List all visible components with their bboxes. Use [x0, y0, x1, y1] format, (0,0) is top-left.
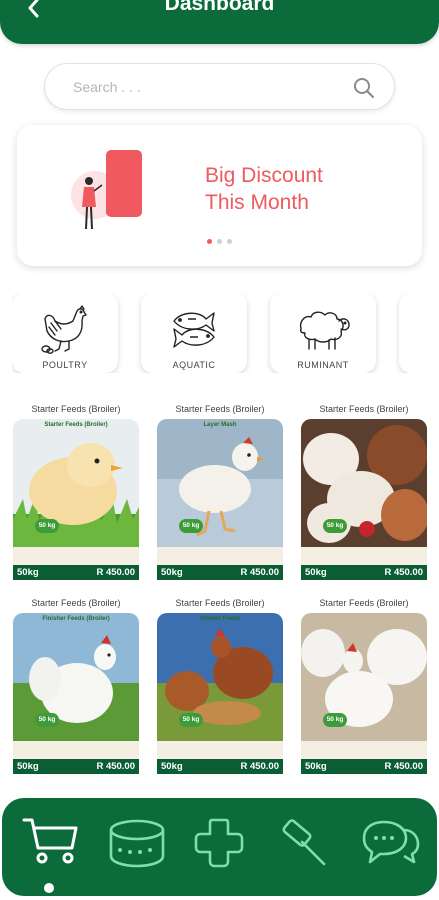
product-image — [13, 419, 139, 566]
product-price: R 450.00 — [96, 567, 135, 578]
weight-badge: 50 kg — [35, 713, 59, 727]
product-card[interactable]: Starter Feeds (Broiler) 50 kg 50kg R 450… — [301, 598, 427, 775]
product-card[interactable]: Starter Feeds (Broiler) 50 kg 50kg R 450… — [301, 404, 427, 581]
carousel-dots — [207, 239, 232, 244]
chicken-icon — [41, 305, 87, 354]
product-caption: Starter Feeds (Broiler) — [175, 404, 265, 414]
product-caption: Starter Feeds (Broiler) — [319, 404, 409, 414]
chat-icon — [362, 820, 420, 864]
product-price: R 450.00 — [96, 761, 135, 772]
product-name: Starter Feeds (Broiler) — [44, 422, 108, 428]
product-card[interactable]: Starter Feeds (Broiler) Layer Mash 50 kg… — [157, 404, 283, 581]
product-price: R 450.00 — [384, 567, 423, 578]
category-poultry[interactable]: POULTRY — [12, 293, 118, 373]
carousel-dot[interactable] — [227, 239, 232, 244]
weight-badge: 50 kg — [323, 713, 347, 727]
category-aquatic[interactable]: AQUATIC — [141, 293, 247, 373]
category-label: DO — [389, 360, 439, 370]
product-name: Layer Mash — [203, 422, 237, 428]
fish-icon — [173, 312, 215, 348]
nav-chat[interactable] — [360, 812, 422, 874]
promo-illustration — [71, 150, 142, 230]
weight-badge: 50 kg — [179, 519, 203, 533]
product-weight: 50kg — [17, 567, 39, 578]
banner-line-2: This Month — [205, 191, 309, 214]
price-bar: 50kg R 450.00 — [157, 565, 283, 580]
product-weight: 50kg — [161, 567, 183, 578]
product-weight: 50kg — [305, 567, 327, 578]
product-price: R 450.00 — [240, 567, 279, 578]
category-label: RUMINANT — [297, 360, 349, 370]
product-image — [157, 613, 283, 760]
product-weight: 50kg — [17, 761, 39, 772]
nav-cart[interactable] — [20, 812, 82, 893]
page-title: Dashboard — [164, 0, 275, 15]
product-card[interactable]: Starter Feeds (Broiler) Starter Feeds (B… — [13, 404, 139, 581]
nav-feed[interactable] — [106, 812, 168, 874]
product-price: R 450.00 — [384, 761, 423, 772]
gavel-icon — [282, 819, 326, 866]
product-caption: Starter Feeds (Broiler) — [31, 404, 121, 414]
cart-icon — [22, 818, 78, 864]
category-dog[interactable]: DO — [399, 293, 439, 373]
product-weight: 50kg — [305, 761, 327, 772]
product-name: Grower Feeds — [199, 616, 240, 622]
app-header: Dashboard — [0, 0, 439, 44]
carousel-dot[interactable] — [207, 239, 212, 244]
product-card[interactable]: Starter Feeds (Broiler) Finisher Feeds (… — [13, 598, 139, 775]
banner-headline: Big Discount This Month — [205, 162, 405, 216]
active-indicator — [44, 883, 54, 893]
category-ruminant[interactable]: RUMINANT — [270, 293, 376, 373]
product-caption: Starter Feeds (Broiler) — [31, 598, 121, 608]
weight-badge: 50 kg — [179, 713, 203, 727]
product-image — [301, 419, 427, 566]
weight-badge: 50 kg — [323, 519, 347, 533]
product-price: R 450.00 — [240, 761, 279, 772]
search-input[interactable] — [73, 76, 333, 98]
nav-health[interactable] — [188, 812, 250, 874]
feed-tin-icon — [109, 819, 165, 868]
carousel-dot[interactable] — [217, 239, 222, 244]
category-label: AQUATIC — [172, 360, 216, 370]
bottom-nav — [2, 798, 437, 896]
product-card[interactable]: Starter Feeds (Broiler) Grower Feeds 50 … — [157, 598, 283, 775]
category-label: POULTRY — [42, 360, 88, 370]
nav-auction[interactable] — [274, 812, 336, 874]
product-image — [13, 613, 139, 760]
product-image — [301, 613, 427, 760]
banner-line-1: Big Discount — [205, 164, 323, 187]
medical-cross-icon — [194, 818, 244, 868]
product-image — [157, 419, 283, 566]
promo-banner[interactable]: Big Discount This Month — [17, 125, 422, 266]
product-weight: 50kg — [161, 761, 183, 772]
dog-icon — [424, 301, 439, 357]
search-icon[interactable] — [352, 76, 376, 100]
price-bar: 50kg R 450.00 — [157, 759, 283, 774]
product-caption: Starter Feeds (Broiler) — [175, 598, 265, 608]
category-row: POULTRY AQUATIC RUMINANT — [12, 293, 439, 373]
price-bar: 50kg R 450.00 — [301, 565, 427, 580]
weight-badge: 50 kg — [35, 519, 59, 533]
search-bar[interactable] — [44, 63, 395, 110]
price-bar: 50kg R 450.00 — [13, 565, 139, 580]
product-caption: Starter Feeds (Broiler) — [319, 598, 409, 608]
price-bar: 50kg R 450.00 — [301, 759, 427, 774]
price-bar: 50kg R 450.00 — [13, 759, 139, 774]
sheep-icon — [299, 311, 350, 350]
product-name: Finisher Feeds (Broiler) — [42, 616, 110, 622]
